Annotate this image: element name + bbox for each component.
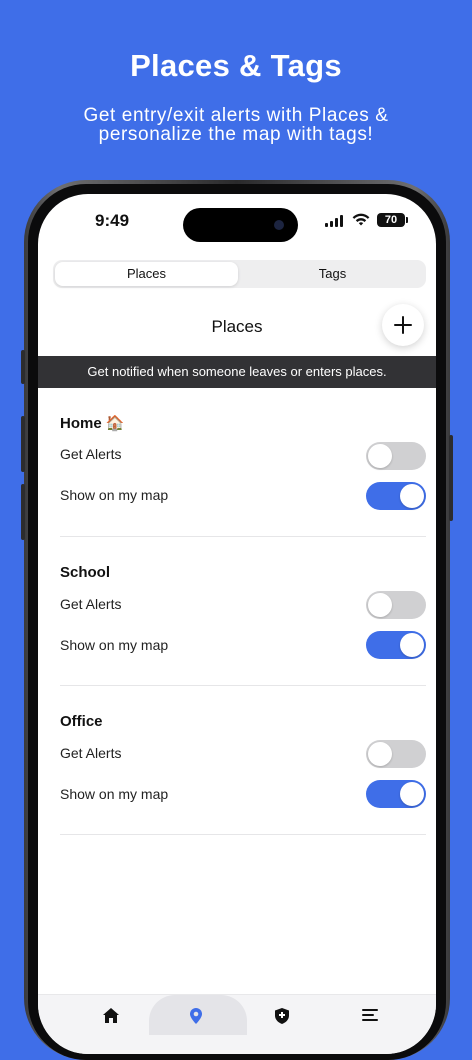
promo-subtitle: Get entry/exit alerts with Places & pers… — [40, 106, 432, 144]
show-on-map-toggle[interactable] — [366, 780, 426, 808]
get-alerts-toggle[interactable] — [366, 442, 426, 470]
show-on-map-label: Show on my map — [60, 786, 169, 802]
app-screen: 9:49 70 Places Tags Places Get notified … — [38, 194, 436, 1054]
tab-tags[interactable]: Tags — [241, 262, 424, 286]
get-alerts-toggle[interactable] — [366, 740, 426, 768]
status-bar: 9:49 70 — [38, 194, 436, 254]
tab-places[interactable]: Places — [55, 262, 238, 286]
tab-menu[interactable] — [340, 995, 400, 1035]
get-alerts-label: Get Alerts — [60, 446, 122, 462]
tab-home[interactable] — [81, 995, 141, 1035]
show-on-map-toggle[interactable] — [366, 482, 426, 510]
wifi-icon — [352, 213, 370, 226]
bottom-tab-bar — [38, 994, 436, 1054]
menu-icon — [362, 1009, 378, 1021]
promo-subtitle-line: Get entry/exit alerts with Places & — [83, 105, 389, 126]
toggle-knob — [400, 484, 424, 508]
promo-subtitle-line: personalize the map with tags! — [98, 124, 374, 145]
toggle-knob — [368, 444, 392, 468]
get-alerts-label: Get Alerts — [60, 745, 122, 761]
place-name: School — [60, 564, 111, 581]
plus-icon — [394, 316, 412, 334]
toggle-knob — [368, 593, 392, 617]
section-divider — [60, 536, 426, 537]
status-time: 9:49 — [95, 211, 130, 230]
shield-icon — [275, 1008, 289, 1024]
section-divider — [60, 834, 426, 835]
phone-side-button — [21, 416, 25, 472]
page-title: Places — [211, 317, 263, 336]
add-place-button[interactable] — [382, 304, 424, 346]
signal-icon — [325, 215, 343, 227]
location-pin-icon — [190, 1008, 202, 1024]
dynamic-island — [183, 208, 298, 242]
tab-places-nav[interactable] — [149, 995, 247, 1035]
show-on-map-toggle[interactable] — [366, 631, 426, 659]
battery-indicator: 70 — [377, 213, 408, 227]
get-alerts-label: Get Alerts — [60, 596, 122, 612]
tab-safety[interactable] — [253, 995, 313, 1035]
promo-title: Places & Tags — [130, 48, 342, 83]
show-on-map-label: Show on my map — [60, 637, 169, 653]
toggle-knob — [400, 633, 424, 657]
toggle-knob — [400, 782, 424, 806]
home-icon — [103, 1008, 119, 1023]
phone-side-button — [21, 350, 25, 384]
info-banner: Get notified when someone leaves or ente… — [38, 356, 436, 388]
phone-frame: 9:49 70 Places Tags Places Get notified … — [21, 180, 453, 1060]
show-on-map-label: Show on my map — [60, 487, 169, 503]
segmented-control: Places Tags — [53, 260, 426, 288]
place-name: Home 🏠 — [60, 415, 125, 432]
get-alerts-toggle[interactable] — [366, 591, 426, 619]
toggle-knob — [368, 742, 392, 766]
phone-side-button — [21, 484, 25, 540]
section-divider — [60, 685, 426, 686]
phone-side-button — [449, 435, 453, 521]
place-name: Office — [60, 713, 103, 730]
